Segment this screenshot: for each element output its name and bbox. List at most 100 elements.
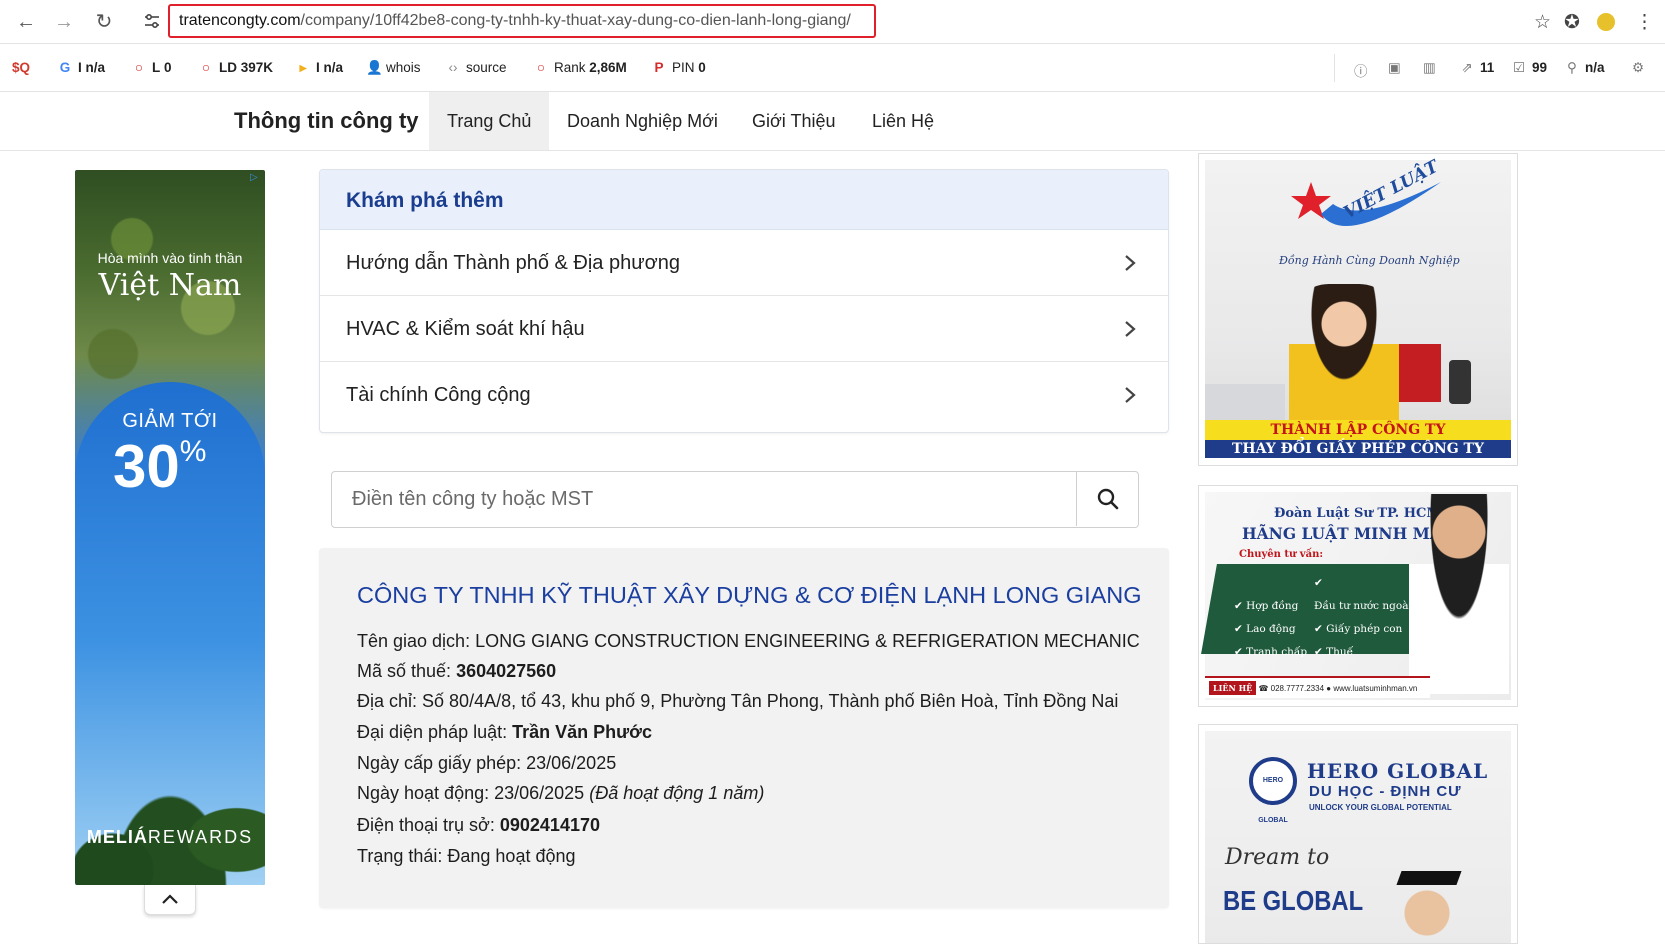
license-date-value: 23/06/2025 [526, 753, 617, 773]
ad-brand-b: REWARDS [147, 827, 254, 847]
ad-person [1289, 284, 1399, 424]
ad-band-2: THAY ĐỔI GIẤY PHÉP CÔNG TY [1205, 440, 1511, 458]
ad-contact-bar: LIÊN HỆ ☎ 028.7777.2334 ● www.luatsuminh… [1205, 676, 1430, 698]
service-label: Giấy phép con [1326, 623, 1403, 635]
ext-label: L [152, 60, 161, 75]
site-brand[interactable]: Thông tin công ty [234, 108, 419, 134]
field-label: Ngày cấp giấy phép: [357, 753, 527, 773]
ad-band-1: THÀNH LẬP CÔNG TY [1205, 420, 1511, 440]
hero-global-logo-icon: HERO GLOBAL [1249, 757, 1297, 824]
graduation-cap-icon [1396, 871, 1462, 885]
ext-pinterest[interactable]: P PIN 0 [652, 60, 705, 75]
google-icon: G [59, 60, 71, 75]
ad-tagline: Hòa mình vào tinh thần [97, 250, 243, 266]
explore-more-card: Khám phá thêm Hướng dẫn Thành phố & Địa … [319, 169, 1169, 433]
adchoices-icon[interactable]: ▷ [250, 172, 262, 184]
ext-internal-links[interactable]: ☑ 99 [1512, 60, 1547, 76]
tax-code-value: 3604027560 [456, 661, 557, 681]
field-label: Ngày hoạt động: [357, 783, 495, 803]
chevron-up-icon [162, 894, 178, 904]
phone-value: 0902414170 [499, 815, 600, 835]
ad-palms [75, 735, 265, 885]
phone-line: Điện thoại trụ sở: 0902414170 [357, 815, 600, 836]
profile-avatar-icon[interactable] [1597, 13, 1615, 31]
ad-product-box [1399, 344, 1441, 402]
search-button[interactable] [1076, 472, 1138, 526]
status-line: Trạng thái: Đang hoạt động [357, 846, 576, 867]
explore-item[interactable]: Tài chính Công cộng [320, 362, 1168, 428]
field-label: Địa chỉ: [357, 691, 423, 711]
back-icon[interactable]: ← [14, 10, 38, 34]
seoquake-logo-icon[interactable]: $Q [12, 60, 30, 75]
collapse-ad-button[interactable] [144, 885, 196, 915]
ext-value: 11 [1480, 60, 1495, 75]
nav-about[interactable]: Giới Thiệu [734, 92, 854, 150]
gear-icon[interactable]: ⚙ [1632, 60, 1644, 76]
tax-code-line: Mã số thuế: 3604027560 [357, 661, 556, 682]
ad-subheadline: DU HỌC - ĐỊNH CƯ [1309, 783, 1462, 800]
list-item: ✔ Thuế [1314, 641, 1414, 664]
explore-item[interactable]: HVAC & Kiểm soát khí hậu [320, 296, 1168, 362]
ad-discount-label: GIẢM TỚI [122, 410, 218, 432]
list-item: ✔ Lao động [1234, 618, 1314, 641]
external-link-icon: ⇗ [1461, 60, 1473, 75]
ext-external-links[interactable]: ⇗ 11 [1460, 60, 1494, 76]
field-label: Trạng thái: [357, 846, 448, 866]
address-value: Số 80/4A/8, tổ 43, khu phố 9, Phường Tân… [422, 691, 1119, 711]
nav-contact[interactable]: Liên Hệ [854, 92, 952, 150]
screen-icon[interactable]: ▣ [1388, 60, 1401, 76]
stats-icon[interactable]: ▥ [1423, 60, 1436, 76]
more-menu-icon[interactable]: ⋮ [1635, 11, 1654, 34]
ext-label: PIN [672, 60, 695, 75]
browser-toolbar: ← → ↻ tratencongty.com/company/10ff42be8… [0, 0, 1665, 44]
nav-home[interactable]: Trang Chủ [429, 92, 550, 150]
trade-name-value: LONG GIANG CONSTRUCTION ENGINEERING & RE… [475, 631, 1140, 651]
explore-item-label: Tài chính Công cộng [346, 384, 531, 406]
ext-label: I [78, 60, 86, 75]
right-ad-hero-global[interactable]: HERO GLOBAL HERO GLOBAL DU HỌC - ĐỊNH CƯ… [1198, 724, 1518, 944]
company-name[interactable]: CÔNG TY TNHH KỸ THUẬT XÂY DỰNG & CƠ ĐIỆN… [357, 582, 1142, 609]
site-settings-icon[interactable] [143, 12, 161, 30]
explore-title: Khám phá thêm [320, 170, 1168, 230]
ext-label: source [466, 60, 507, 75]
ext-source[interactable]: ‹› source [446, 60, 507, 75]
chevron-right-icon [1125, 387, 1136, 403]
search-input[interactable] [332, 472, 1077, 526]
chevron-right-icon [1125, 321, 1136, 337]
ext-value: n/a [323, 60, 344, 75]
active-duration-note: (Đã hoạt động 1 năm) [589, 783, 765, 803]
ext-label: I [316, 60, 324, 75]
star-icon[interactable]: ☆ [1534, 11, 1551, 34]
ext-value: 2,86M [589, 60, 627, 75]
ext-google-index[interactable]: GI n/a [58, 60, 105, 75]
ext-linking-domains[interactable]: ○ LD 397K [199, 60, 273, 75]
ext-bing-index[interactable]: ▸ I n/a [296, 60, 343, 76]
checkbox-icon: ☑ [1512, 60, 1526, 75]
ad-service-list: ✔ Hợp đồng✔ Đầu tư nước ngoài ✔ Lao động… [1234, 572, 1414, 664]
right-ad-minh-man[interactable]: Đoàn Luật Sư TP. HCM HÃNG LUẬT MINH MẪN … [1198, 485, 1518, 707]
url-input[interactable]: tratencongty.com/company/10ff42be8-cong-… [168, 4, 876, 38]
seo-extension-bar: $Q GI n/a ○ L 0 ○ LD 397K ▸ I n/a 👤 whois ‹›… [0, 44, 1665, 92]
info-icon[interactable]: ⓘ [1354, 60, 1368, 80]
nav-new-businesses[interactable]: Doanh Nghiệp Mới [549, 92, 736, 150]
forward-icon[interactable]: → [52, 10, 76, 34]
active-date-line: Ngày hoạt động: 23/06/2025 (Đã hoạt động… [357, 783, 764, 804]
right-ad-viet-luat[interactable]: VIỆT LUẬT Đồng Hành Cùng Doanh Nghiệp TH… [1198, 153, 1518, 466]
ext-rank[interactable]: ○ Rank 2,86M [534, 60, 627, 75]
search-icon [1097, 488, 1119, 510]
chevron-right-icon [1125, 255, 1136, 271]
explore-item[interactable]: Hướng dẫn Thành phố & Địa phương [320, 230, 1168, 296]
ad-headline: HERO GLOBAL [1307, 759, 1489, 783]
left-banner-ad[interactable]: ▷ Hòa mình vào tinh thần Việt Nam GIẢM T… [75, 170, 265, 885]
ext-whois[interactable]: 👤 whois [366, 60, 421, 76]
legal-rep-line: Đại diện pháp luật: Trần Văn Phước [357, 722, 652, 743]
ext-links[interactable]: ○ L 0 [132, 60, 172, 75]
site-header: Thông tin công ty Trang Chủ Doanh Nghiệp… [0, 92, 1665, 151]
ad-slogan: UNLOCK YOUR GLOBAL POTENTIAL [1309, 803, 1452, 812]
company-search [331, 471, 1139, 528]
reload-icon[interactable]: ↻ [92, 10, 116, 34]
service-label: Hợp đồng [1246, 600, 1299, 612]
extensions-icon[interactable]: ✪ [1564, 11, 1580, 34]
ext-keywords[interactable]: ⚲ n/a [1565, 60, 1604, 76]
list-item: ✔ Giấy phép con [1314, 618, 1414, 641]
